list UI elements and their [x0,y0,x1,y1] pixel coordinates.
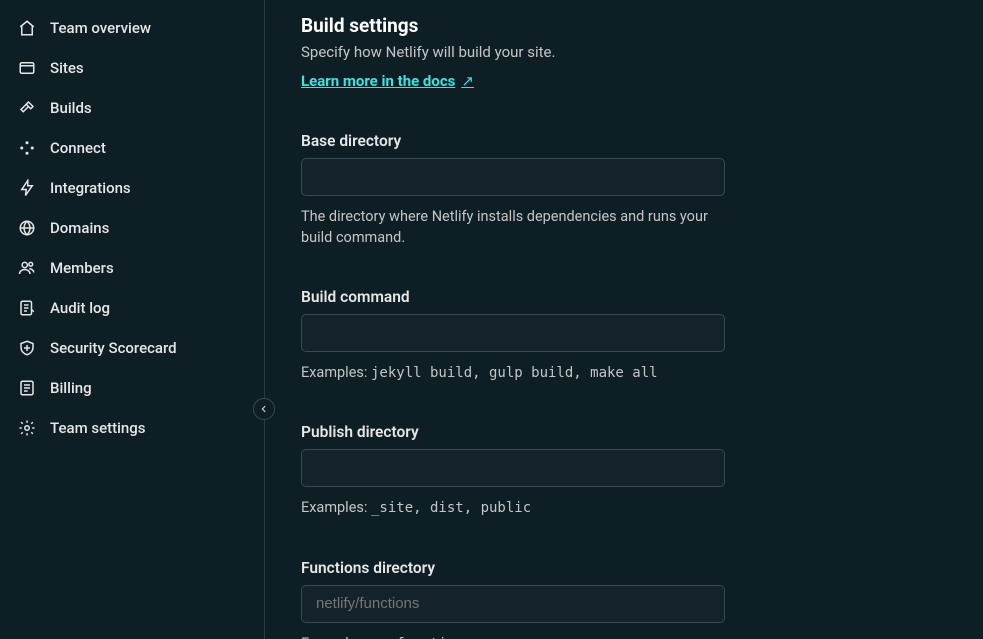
sidebar-item-team-settings[interactable]: Team settings [0,408,264,448]
sidebar-item-label: Integrations [50,179,131,197]
main-content: Build settings Specify how Netlify will … [265,0,983,639]
shield-icon [18,339,36,357]
build-command-label: Build command [301,288,953,306]
publish-directory-label: Publish directory [301,423,953,441]
build-command-help: Examples: jekyll build, gulp build, make… [301,362,725,383]
section-title: Build settings [301,14,953,37]
sidebar-item-security[interactable]: Security Scorecard [0,328,264,368]
billing-icon [18,379,36,397]
sidebar-item-team-overview[interactable]: Team overview [0,8,264,48]
docs-link[interactable]: Learn more in the docs ↗ [301,72,474,90]
field-base-directory: Base directory The directory where Netli… [301,132,953,248]
sidebar: Team overview Sites Builds Connect Integ [0,0,264,639]
audit-icon [18,299,36,317]
sidebar-item-builds[interactable]: Builds [0,88,264,128]
sidebar-item-label: Members [50,259,114,277]
gear-icon [18,419,36,437]
sidebar-item-members[interactable]: Members [0,248,264,288]
external-arrow-icon: ↗ [461,72,474,90]
sidebar-item-billing[interactable]: Billing [0,368,264,408]
sidebar-item-integrations[interactable]: Integrations [0,168,264,208]
collapse-sidebar-button[interactable] [253,398,275,420]
sidebar-item-domains[interactable]: Domains [0,208,264,248]
base-directory-label: Base directory [301,132,953,150]
docs-link-text: Learn more in the docs [301,72,455,90]
functions-directory-help: Examples: my_functions [301,633,725,639]
connect-icon [18,139,36,157]
sidebar-item-label: Team settings [50,419,146,437]
section-description: Specify how Netlify will build your site… [301,43,953,61]
field-build-command: Build command Examples: jekyll build, gu… [301,288,953,383]
sidebar-item-label: Audit log [50,299,110,317]
sidebar-item-audit-log[interactable]: Audit log [0,288,264,328]
publish-directory-input[interactable] [301,449,725,487]
members-icon [18,259,36,277]
chevron-left-icon [259,404,269,414]
hammer-icon [18,99,36,117]
base-directory-input[interactable] [301,158,725,196]
sidebar-item-label: Security Scorecard [50,339,177,357]
sidebar-item-label: Connect [50,139,106,157]
sidebar-item-connect[interactable]: Connect [0,128,264,168]
publish-directory-help: Examples: _site, dist, public [301,497,725,518]
sidebar-item-label: Team overview [50,19,151,37]
sidebar-item-label: Billing [50,379,92,397]
window-icon [18,59,36,77]
field-publish-directory: Publish directory Examples: _site, dist,… [301,423,953,518]
sidebar-divider [264,0,265,639]
sidebar-item-sites[interactable]: Sites [0,48,264,88]
bolt-icon [18,179,36,197]
home-icon [18,19,36,37]
sidebar-item-label: Builds [50,99,92,117]
field-functions-directory: Functions directory Examples: my_functio… [301,559,953,639]
base-directory-help: The directory where Netlify installs dep… [301,206,725,248]
functions-directory-input[interactable] [301,585,725,623]
build-command-input[interactable] [301,314,725,352]
globe-icon [18,219,36,237]
functions-directory-label: Functions directory [301,559,953,577]
sidebar-item-label: Sites [50,59,84,77]
sidebar-item-label: Domains [50,219,109,237]
